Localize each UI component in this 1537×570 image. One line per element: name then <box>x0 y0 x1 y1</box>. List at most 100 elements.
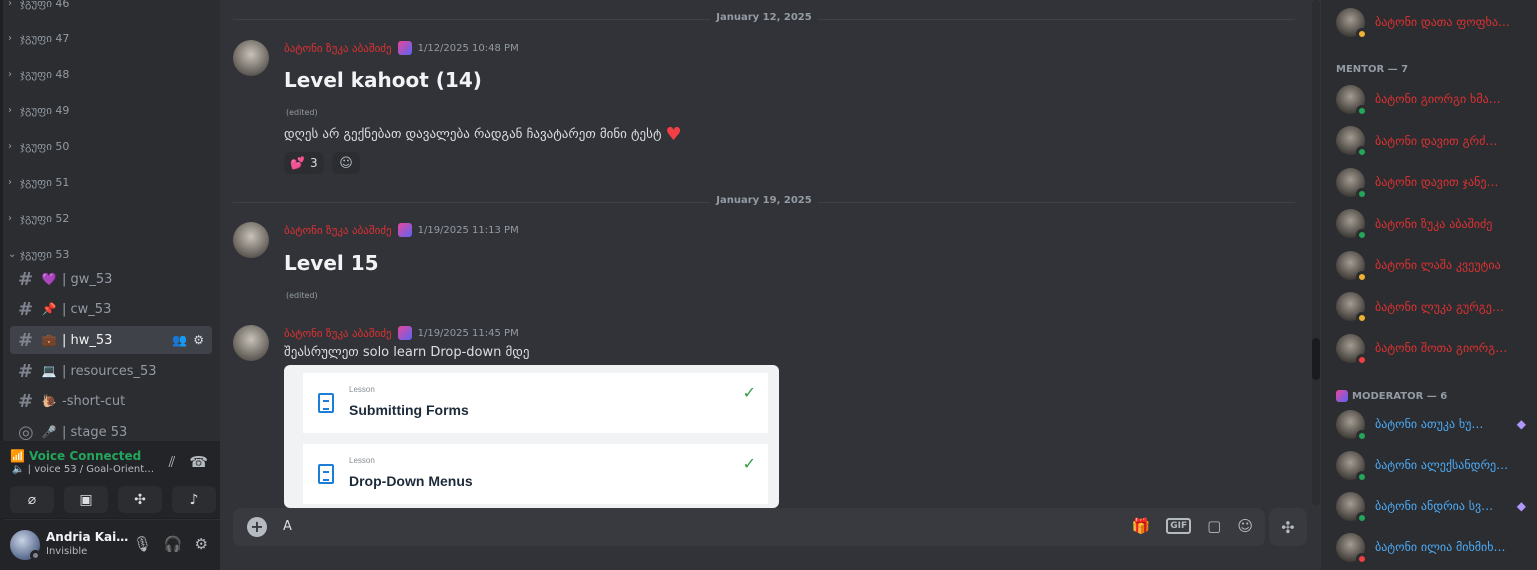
channel-hw-53[interactable]: # 💼 | hw_53 👥 ⚙ <box>10 326 212 354</box>
invite-icon[interactable]: 👥 <box>172 333 187 347</box>
activities-icon: ✣ <box>134 491 146 508</box>
channel-sidebar: › ჯგუფი 46 › ჯგუფი 47 › ჯგუფი 48 › ჯგუფი 49 … <box>0 0 220 570</box>
member-item[interactable]: ბატონი ლაშა კვეუტია <box>1336 248 1531 283</box>
message-header: ბატონი ზუკა აბაშიძე 1/19/2025 11:45 PM <box>284 326 519 340</box>
member-item[interactable]: ბატონი შოთა გიორგ… <box>1336 331 1531 366</box>
member-name: ბატონი დავით გრძ… <box>1375 133 1498 148</box>
voice-status[interactable]: 📶 Voice Connected <box>10 449 141 463</box>
member-name: ბატონი ათუკა ხუ… <box>1375 417 1484 431</box>
soundboard-button[interactable]: ♪ <box>172 486 216 513</box>
channel-cw-53[interactable]: # 📌 | cw_53 <box>10 295 212 323</box>
avatar[interactable] <box>233 325 269 361</box>
role-header-mentor: MENTOR — 7 <box>1336 64 1408 75</box>
channel-short-cut[interactable]: # 🐌 -short-cut <box>10 387 212 415</box>
category-group-48[interactable]: › ჯგუფი 48 <box>8 65 69 83</box>
date-label: January 19, 2025 <box>710 195 818 206</box>
member-item[interactable]: ბატონი ანდრია სვ… ◆ <box>1336 489 1531 524</box>
hash-icon: # <box>18 268 34 290</box>
chevron-right-icon: › <box>8 68 12 80</box>
lesson-label: Lesson <box>349 456 375 465</box>
category-group-46[interactable]: › ჯგუფი 46 <box>8 0 69 12</box>
category-group-51[interactable]: › ჯგუფი 51 <box>8 173 69 191</box>
speaker-icon: 🔈 <box>12 464 25 475</box>
chevron-right-icon: › <box>8 32 12 44</box>
gif-button[interactable]: GIF <box>1166 518 1192 534</box>
avatar[interactable] <box>233 222 269 258</box>
avatar <box>1336 333 1368 366</box>
voice-channel-link[interactable]: 🔈 | voice 53 / Goal-Orient… <box>12 464 154 475</box>
camera-off-button[interactable]: ⌀ <box>10 486 54 513</box>
image-attachment[interactable]: Lesson Submitting Forms ✓ Lesson Drop-Do… <box>284 365 779 508</box>
upload-plus-button[interactable]: + <box>247 517 267 537</box>
scrollbar-thumb[interactable] <box>1312 338 1320 380</box>
username[interactable]: Andria Kai… <box>46 530 128 544</box>
channel-emoji: 💼 <box>41 333 57 347</box>
member-item[interactable]: ბატონი დავით გრძ… <box>1336 124 1531 158</box>
microphone-icon[interactable]: 🎙 <box>133 535 152 553</box>
avatar <box>1336 167 1368 200</box>
message-input[interactable]: A <box>283 519 292 534</box>
gift-icon[interactable]: 🎁 <box>1132 517 1151 535</box>
message-author[interactable]: ბატონი ზუკა აბაშიძე <box>284 327 392 340</box>
disconnect-icon[interactable]: ☎ <box>189 453 208 471</box>
voice-channel-label: | voice 53 / Goal-Orient… <box>27 464 155 475</box>
gear-icon[interactable]: ⚙ <box>193 333 204 347</box>
apps-button[interactable]: ✣ <box>1269 508 1307 546</box>
avatar <box>1336 450 1368 483</box>
composer-tools: 🎁 GIF ▢ ☺ <box>1132 517 1253 535</box>
category-group-53[interactable]: ⌄ ჯგუფი 53 <box>8 245 69 263</box>
member-list: ბატონი დათა ფოფხა… MENTOR — 7 ბატონი გიო… <box>1321 0 1537 570</box>
smiley-icon: ☺ <box>339 155 353 171</box>
category-group-52[interactable]: › ჯგუფი 52 <box>8 209 69 227</box>
gear-icon[interactable]: ⚙ <box>195 535 208 553</box>
channel-emoji: 💜 <box>41 272 57 286</box>
channel-emoji: 💻 <box>41 364 57 378</box>
member-item[interactable]: ბატონი ზუკა აბაშიძე <box>1336 207 1531 241</box>
noise-suppression-icon[interactable]: ⫽ <box>169 453 176 471</box>
member-item[interactable]: ბატონი ილია მიხმიხ… <box>1336 530 1531 565</box>
avatar <box>1336 532 1368 565</box>
channel-resources-53[interactable]: # 💻 | resources_53 <box>10 357 212 385</box>
sticker-icon[interactable]: ▢ <box>1207 517 1221 535</box>
status-indicator <box>1356 27 1368 40</box>
channel-emoji: 🐌 <box>41 394 57 408</box>
role-badge-icon <box>397 326 412 340</box>
activities-button[interactable]: ✣ <box>118 486 162 513</box>
message-author[interactable]: ბატონი ზუკა აბაშიძე <box>284 224 392 237</box>
user-status-text: Invisible <box>46 546 88 557</box>
reaction-chip[interactable]: 💕 3 <box>284 152 324 174</box>
lesson-label: Lesson <box>349 385 375 394</box>
category-group-49[interactable]: › ჯგუფი 49 <box>8 101 69 119</box>
member-item[interactable]: ბატონი ათუკა ხუ… ◆ <box>1336 407 1531 442</box>
message-text: შეასრულეთ solo learn Drop-down მდე <box>284 345 530 360</box>
channel-gw-53[interactable]: # 💜 | gw_53 <box>10 265 212 293</box>
avatar <box>1336 250 1368 283</box>
user-controls: 🎙 🎧 ⚙ <box>133 535 208 553</box>
member-item[interactable]: ბატონი დათა ფოფხა… <box>1336 5 1531 40</box>
headphones-icon[interactable]: 🎧 <box>164 535 183 553</box>
category-group-47[interactable]: › ჯგუფი 47 <box>8 29 69 47</box>
status-indicator <box>1356 429 1368 442</box>
apps-icon: ✣ <box>1281 517 1295 537</box>
scrollbar[interactable] <box>1312 0 1320 505</box>
avatar[interactable] <box>233 40 269 76</box>
avatar <box>1336 209 1368 241</box>
member-item[interactable]: ბატონი ლუკა გურგე… <box>1336 290 1531 324</box>
status-indicator <box>1356 552 1368 565</box>
message-author[interactable]: ბატონი ზუკა აბაშიძე <box>284 42 392 55</box>
document-icon <box>318 393 334 413</box>
emoji-icon[interactable]: ☺ <box>1237 517 1253 535</box>
add-reaction-button[interactable]: ☺ <box>332 152 360 174</box>
member-item[interactable]: ბატონი გიორგი ხმა… <box>1336 82 1531 117</box>
role-badge-icon <box>397 223 412 237</box>
member-name: ბატონი ლაშა კვეუტია <box>1375 258 1501 272</box>
screen-share-button[interactable]: ▣ <box>64 486 108 513</box>
member-item[interactable]: ბატონი ალექსანდრე… <box>1336 448 1531 483</box>
channel-label: | stage 53 <box>62 424 128 440</box>
message-heading: Level 15 <box>284 251 379 275</box>
member-name: ბატონი ალექსანდრე… <box>1375 458 1509 472</box>
category-group-50[interactable]: › ჯგუფი 50 <box>8 137 69 155</box>
signal-icon: 📶 <box>10 449 25 463</box>
user-panel: Andria Kai… Invisible 🎙 🎧 ⚙ <box>0 520 220 570</box>
member-item[interactable]: ბატონი დავით ჯანე… <box>1336 165 1531 200</box>
